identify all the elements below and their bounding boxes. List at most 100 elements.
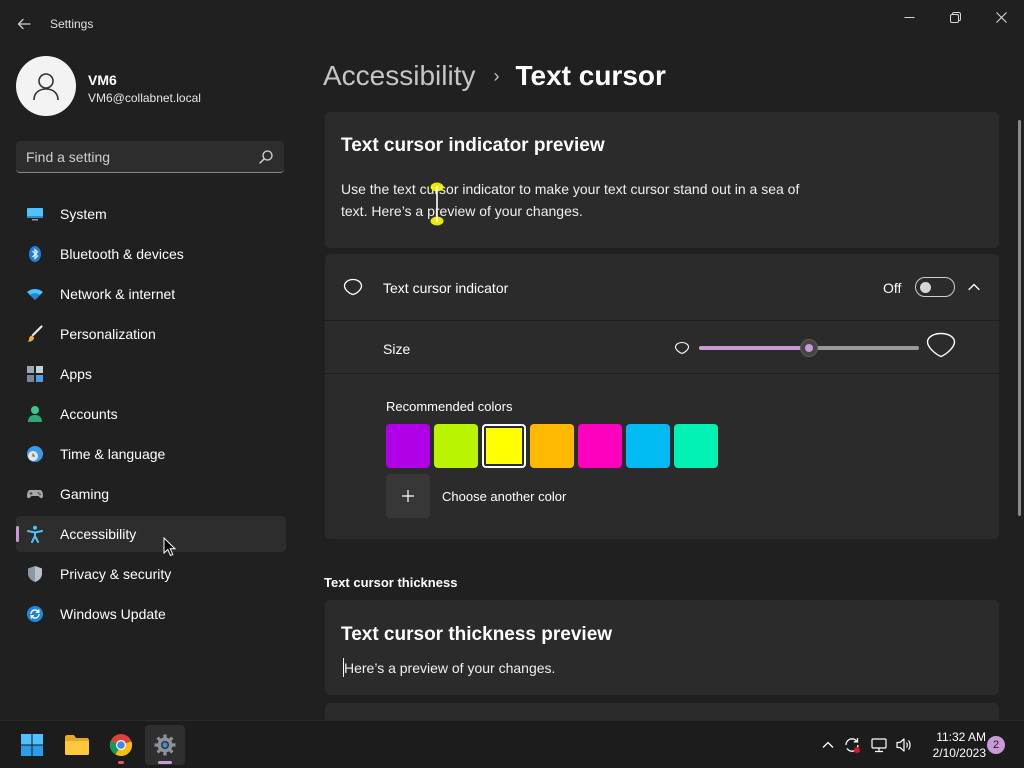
text-cursor-indicator-toggle[interactable] [915, 277, 955, 297]
scrollbar[interactable] [1018, 120, 1021, 516]
back-arrow-icon [17, 18, 31, 30]
toggle-knob [920, 282, 931, 293]
restore-button[interactable] [932, 0, 978, 34]
taskbar-file-explorer[interactable] [57, 725, 97, 765]
bluetooth-icon [26, 245, 44, 263]
sidebar-item-label: Time & language [60, 446, 166, 462]
sidebar-item-apps[interactable]: Apps [16, 356, 286, 392]
tray-sync-button[interactable] [842, 735, 862, 755]
breadcrumb: Accessibility › Text cursor [323, 58, 666, 94]
shield-icon [26, 565, 44, 583]
search-input[interactable] [26, 141, 256, 172]
apps-icon [26, 365, 44, 383]
size-large-icon [926, 332, 956, 358]
minimize-button[interactable] [886, 0, 932, 34]
tray-network-button[interactable] [869, 735, 889, 755]
section-heading-thickness: Text cursor thickness [324, 575, 458, 590]
size-small-icon [674, 341, 690, 355]
tray-overflow-button[interactable] [818, 735, 838, 755]
size-slider[interactable] [699, 339, 919, 357]
text-cursor-indicator-row[interactable]: Text cursor indicator Off [325, 254, 999, 321]
breadcrumb-parent[interactable]: Accessibility [323, 60, 475, 92]
preview-text: Use the text cursor indicator to make yo… [341, 181, 800, 219]
running-indicator [118, 761, 124, 764]
plus-icon [402, 490, 414, 502]
close-icon [995, 11, 1007, 23]
clock-time: 11:32 AM [936, 730, 986, 744]
taskbar-settings[interactable] [145, 725, 185, 765]
profile-email: VM6@collabnet.local [88, 91, 201, 105]
sidebar-item-system[interactable]: System [16, 196, 286, 232]
toggle-state-label: Off [883, 280, 902, 296]
chevron-up-icon [822, 741, 834, 748]
color-swatches [386, 424, 718, 468]
start-icon [21, 734, 43, 756]
size-row: Size [325, 321, 999, 374]
text-cursor-indicator-card: Text cursor indicator Off Size Recommend… [325, 254, 999, 539]
tray-volume-button[interactable] [894, 735, 914, 755]
sidebar-item-label: Gaming [60, 486, 110, 502]
title-bar: Settings [0, 0, 1024, 48]
sidebar-item-label: Windows Update [60, 606, 166, 622]
cursor-indicator-preview-card: Text cursor indicator preview Use the te… [325, 112, 999, 248]
choose-another-color-button[interactable] [386, 474, 430, 518]
color-swatch[interactable] [434, 424, 478, 468]
card-title: Text cursor indicator preview [341, 135, 605, 156]
cursor-indicator-preview-icon [430, 182, 444, 226]
color-swatch[interactable] [386, 424, 430, 468]
brush-icon [26, 325, 44, 343]
sidebar-nav: System Bluetooth & devices Network & int… [16, 196, 286, 636]
search-icon[interactable] [258, 149, 274, 165]
sidebar-item-accounts[interactable]: Accounts [16, 396, 286, 432]
update-icon [26, 605, 44, 623]
color-swatch[interactable] [530, 424, 574, 468]
cursor-thickness-preview-card: Text cursor thickness preview Here’s a p… [325, 600, 999, 695]
color-swatch[interactable] [482, 424, 526, 468]
sidebar-item-network[interactable]: Network & internet [16, 276, 286, 312]
taskbar-chrome[interactable] [101, 725, 141, 765]
back-button[interactable] [10, 10, 38, 38]
profile-name: VM6 [88, 72, 117, 88]
choose-another-color-label[interactable]: Choose another color [442, 489, 566, 504]
sidebar-item-bluetooth[interactable]: Bluetooth & devices [16, 236, 286, 272]
sidebar-item-label: System [60, 206, 107, 222]
file-explorer-icon [65, 735, 89, 755]
sidebar-item-windows-update[interactable]: Windows Update [16, 596, 286, 632]
sidebar-item-label: Privacy & security [60, 566, 172, 582]
recommended-colors-label: Recommended colors [386, 399, 513, 414]
indicator-label: Text cursor indicator [383, 280, 509, 296]
start-button[interactable] [12, 725, 52, 765]
thickness-preview-text: Here’s a preview of your changes. [344, 660, 556, 676]
search-box [16, 141, 284, 173]
size-slider-thumb[interactable] [800, 339, 818, 357]
sidebar-item-gaming[interactable]: Gaming [16, 476, 286, 512]
sidebar-item-label: Accessibility [60, 526, 137, 542]
globe-clock-icon [26, 445, 44, 463]
color-swatch[interactable] [674, 424, 718, 468]
page-title: Text cursor [515, 60, 666, 91]
sidebar-item-label: Personalization [60, 326, 156, 342]
restore-icon [949, 11, 961, 23]
close-button[interactable] [978, 0, 1024, 34]
minimize-icon [904, 16, 914, 18]
color-swatch[interactable] [626, 424, 670, 468]
size-slider-fill [699, 346, 809, 350]
sync-icon [845, 738, 860, 753]
sidebar-item-time-language[interactable]: Time & language [16, 436, 286, 472]
sidebar-item-personalization[interactable]: Personalization [16, 316, 286, 352]
sidebar-item-accessibility[interactable]: Accessibility [16, 516, 286, 552]
chevron-up-icon[interactable] [965, 278, 983, 296]
wifi-icon [26, 285, 44, 303]
app-title: Settings [50, 17, 94, 31]
taskbar: 11:32 AM 2/10/2023 2 [0, 720, 1024, 768]
text-cursor-indicator-icon [343, 278, 363, 296]
taskbar-clock[interactable]: 11:32 AM 2/10/2023 [920, 729, 986, 761]
monitor-icon [26, 205, 44, 223]
sidebar-item-privacy-security[interactable]: Privacy & security [16, 556, 286, 592]
user-avatar-icon [33, 73, 59, 101]
color-swatch[interactable] [578, 424, 622, 468]
clock-date: 2/10/2023 [932, 746, 986, 760]
user-profile[interactable]: VM6 VM6@collabnet.local [16, 56, 286, 118]
notification-badge[interactable]: 2 [987, 736, 1005, 754]
sidebar-item-label: Bluetooth & devices [60, 246, 184, 262]
